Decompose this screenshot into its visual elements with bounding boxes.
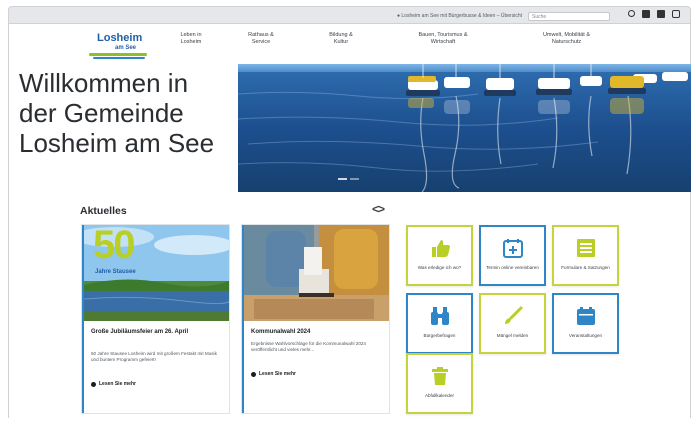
- tile-buergerbefragen[interactable]: Bürgerbefragen: [406, 293, 473, 354]
- tile-was-erledige-ich-wo[interactable]: Was erledige ich wo?: [406, 225, 473, 286]
- list-form-icon: [576, 239, 595, 257]
- news-title[interactable]: Kommunalwahl 2024: [251, 329, 383, 337]
- nav-item-umwelt[interactable]: Umwelt, Mobilität & Naturschutz: [524, 32, 609, 46]
- content-area: Aktuelles <> 50 Jahre Stausee Große Jubi…: [8, 192, 691, 418]
- accessibility-icon[interactable]: [642, 10, 650, 18]
- news-title[interactable]: Große Jubiläumsfeier am 26. April: [91, 329, 223, 337]
- facebook-icon[interactable]: [657, 10, 665, 18]
- arrow-circle-icon: [251, 371, 256, 377]
- tile-termin-online[interactable]: Termin online vereinbaren: [479, 225, 546, 286]
- arrow-circle-icon: [91, 381, 96, 387]
- calendar-plus-icon: [502, 239, 523, 258]
- news-teaser: 50 Jahre Stausee Losheim wird mit großem…: [91, 351, 217, 363]
- hero-banner: Willkommen in der Gemeinde Losheim am Se…: [8, 64, 691, 192]
- read-more-link[interactable]: Lesen Sie mehr: [91, 381, 136, 387]
- tile-maengel-melden[interactable]: Mängel melden: [479, 293, 546, 354]
- hero-lake-image: [238, 64, 691, 192]
- badge-number: 50: [93, 225, 135, 267]
- nav-item-bauen[interactable]: Bauen, Tourismus & Wirtschaft: [404, 32, 482, 46]
- brush-icon: [504, 306, 522, 324]
- news-teaser: Ergebnisse Wahlvorschläge für die Kommun…: [251, 341, 366, 353]
- news-carousel-arrows[interactable]: <>: [372, 202, 385, 216]
- tile-abfallkalender[interactable]: Abfallkalender: [406, 353, 473, 414]
- slider-dots[interactable]: [338, 178, 359, 180]
- thumbs-up-icon: [431, 240, 450, 257]
- nav-item-bildung[interactable]: Bildung & Kultur: [315, 32, 367, 46]
- news-card-kommunalwahl[interactable]: Kommunalwahl 2024 Ergebnisse Wahlvorschl…: [242, 225, 389, 413]
- read-more-link[interactable]: Lesen Sie mehr: [251, 371, 296, 377]
- tile-formulare[interactable]: Formulare & Satzungen: [552, 225, 619, 286]
- tile-veranstaltungen[interactable]: Veranstaltungen: [552, 293, 619, 354]
- search-input[interactable]: Suche: [528, 11, 610, 21]
- news-image-stausee: 50 Jahre Stausee: [84, 225, 229, 321]
- nav-item-rathaus[interactable]: Rathaus & Service: [235, 32, 287, 46]
- instagram-icon[interactable]: [672, 10, 680, 18]
- service-bar: ● Losheim am See mit Bürgerbusse & Ideen…: [8, 6, 691, 24]
- browser-window: ● Losheim am See mit Bürgerbusse & Ideen…: [0, 0, 696, 430]
- search-icon[interactable]: [628, 10, 635, 17]
- news-card-jubilaeum[interactable]: 50 Jahre Stausee Große Jubiläumsfeier am…: [82, 225, 229, 413]
- service-notice[interactable]: ● Losheim am See mit Bürgerbusse & Ideen…: [397, 13, 522, 19]
- nav-item-leben[interactable]: Leben in Losheim: [165, 32, 217, 46]
- binoculars-icon: [430, 307, 449, 325]
- news-image-ballot: [244, 225, 389, 321]
- badge-text: Jahre Stausee: [95, 269, 136, 275]
- site-logo[interactable]: Losheim am See: [89, 31, 161, 59]
- trash-icon: [431, 367, 448, 385]
- main-navigation: Losheim am See Leben in Losheim Rathaus &…: [8, 24, 691, 64]
- hero-title: Willkommen in der Gemeinde Losheim am Se…: [19, 68, 215, 158]
- calendar-icon: [576, 307, 595, 325]
- news-section-title: Aktuelles: [80, 205, 127, 217]
